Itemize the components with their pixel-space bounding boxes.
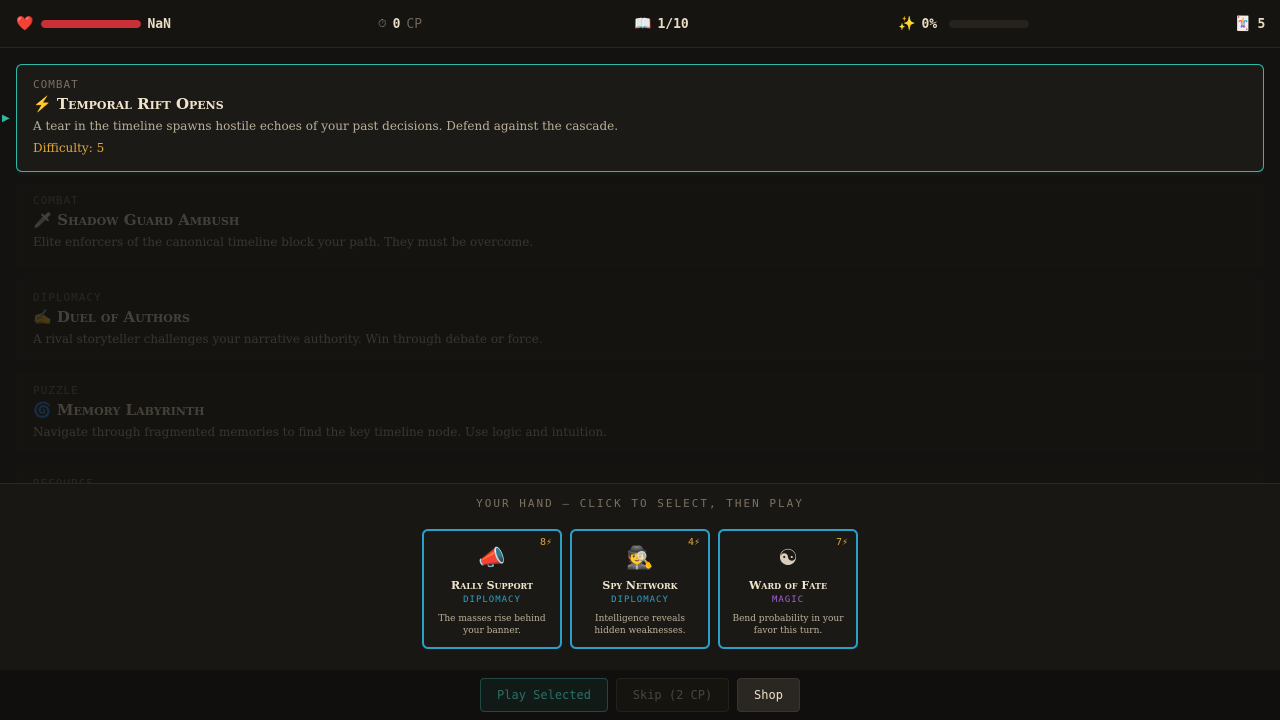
encounter-type: COMBAT	[33, 194, 79, 207]
clock-icon: ⏱	[378, 17, 387, 30]
encounter-list: COMBAT ⚡ Temporal Rift Opens A tear in t…	[16, 64, 1264, 483]
card-type: MAGIC	[771, 595, 805, 605]
encounter-title: 🌀 Memory Labyrinth	[33, 401, 205, 419]
card-cost: 8⚡	[539, 537, 552, 548]
encounter-description: Elite enforcers of the canonical timelin…	[33, 235, 534, 249]
encounter-card[interactable]: PUZZLE 🌀 Memory Labyrinth Navigate throu…	[16, 372, 1264, 453]
card-spy-network[interactable]: 4⚡ 🕵 Spy Network DIPLOMACY Intelligence …	[570, 529, 710, 649]
health-display: ❤️ NaN	[16, 0, 171, 48]
top-hud: ❤️ NaN ⏱ 0 CP 📖 1/10 ✨ 0% 🃏 5	[0, 0, 1280, 48]
megaphone-icon: 📣	[478, 546, 506, 571]
cp-unit: CP	[406, 16, 423, 32]
heart-icon: ❤️	[16, 16, 34, 32]
chapter-value: 1/10	[657, 16, 689, 32]
card-description: The masses rise behind your banner.	[438, 614, 546, 636]
encounter-description: A rival storyteller challenges your narr…	[33, 332, 543, 346]
encounter-type: PUZZLE	[33, 384, 79, 397]
encounter-card[interactable]: DIPLOMACY ✍ Duel of Authors A rival stor…	[16, 279, 1264, 360]
encounter-title: 🗡 Shadow Guard Ambush	[33, 211, 240, 229]
health-value: NaN	[147, 16, 171, 32]
encounter-title: ⚡ Temporal Rift Opens	[33, 95, 224, 113]
card-name: Rally Support	[450, 579, 533, 592]
hand-title: YOUR HAND — CLICK TO SELECT, THEN PLAY	[476, 497, 804, 510]
card-icon: 🃏	[1234, 16, 1252, 32]
action-bar: Play Selected Skip (2 CP) Shop	[0, 670, 1280, 720]
encounter-type: DIPLOMACY	[33, 291, 102, 304]
book-icon: 📖	[634, 16, 652, 32]
encounter-description: Navigate through fragmented memories to …	[33, 425, 608, 439]
encounter-description: A tear in the timeline spawns hostile ec…	[33, 119, 619, 133]
deck-display: 🃏 5	[1234, 0, 1265, 48]
hand-panel: YOUR HAND — CLICK TO SELECT, THEN PLAY 8…	[0, 483, 1280, 670]
detective-icon: 🕵	[626, 546, 654, 571]
dagger-icon: 🗡	[33, 211, 53, 229]
health-bar-fill	[41, 20, 142, 28]
card-type: DIPLOMACY	[611, 595, 669, 605]
health-bar	[41, 20, 142, 28]
lightning-icon: ⚡	[33, 95, 52, 113]
card-name: Ward of Fate	[748, 579, 828, 592]
selection-pointer-icon: ▶	[2, 113, 10, 124]
cards-count: 5	[1257, 16, 1266, 32]
card-description: Intelligence reveals hidden weaknesses.	[594, 614, 686, 636]
card-rally-support[interactable]: 8⚡ 📣 Rally Support DIPLOMACY The masses …	[422, 529, 562, 649]
progress-bar	[949, 20, 1030, 28]
sparkles-icon: ✨	[898, 16, 916, 32]
card-cost: 4⚡	[687, 537, 700, 548]
encounter-card[interactable]: RESOURCE	[16, 465, 1264, 483]
chapter-display: 📖 1/10	[634, 0, 689, 48]
yin-yang-icon: ☯	[778, 546, 798, 571]
encounter-title: ✍ Duel of Authors	[33, 308, 190, 326]
card-ward-of-fate[interactable]: 7⚡ ☯ Ward of Fate MAGIC Bend probability…	[718, 529, 858, 649]
cp-value: 0	[392, 16, 401, 32]
encounter-card[interactable]: COMBAT 🗡 Shadow Guard Ambush Elite enfor…	[16, 184, 1264, 268]
encounter-card[interactable]: COMBAT ⚡ Temporal Rift Opens A tear in t…	[16, 64, 1264, 172]
encounter-type: COMBAT	[33, 78, 79, 91]
quill-icon: ✍	[33, 308, 52, 326]
progress-value: 0%	[921, 16, 938, 32]
play-selected-button[interactable]: Play Selected	[480, 678, 608, 712]
shop-button[interactable]: Shop	[737, 678, 800, 712]
card-name: Spy Network	[602, 579, 678, 592]
card-type: DIPLOMACY	[463, 595, 521, 605]
skip-button[interactable]: Skip (2 CP)	[616, 678, 729, 712]
card-cost: 7⚡	[835, 537, 848, 548]
encounter-difficulty: Difficulty: 5	[33, 141, 105, 155]
cp-display: ⏱ 0 CP	[378, 0, 422, 48]
card-description: Bend probability in your favor this turn…	[732, 614, 844, 636]
progress-display: ✨ 0%	[898, 0, 1030, 48]
spiral-icon: 🌀	[33, 401, 52, 419]
